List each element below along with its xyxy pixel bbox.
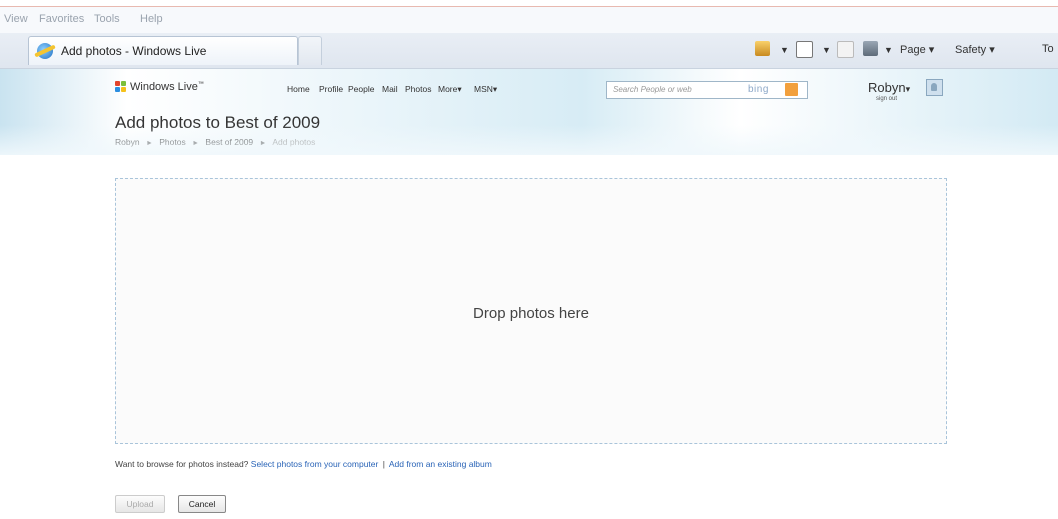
breadcrumb-photos[interactable]: Photos xyxy=(159,137,185,147)
safety-menu[interactable]: Safety ▾ xyxy=(955,43,995,56)
new-tab-button[interactable] xyxy=(298,36,322,65)
feeds-icon[interactable] xyxy=(796,41,813,58)
breadcrumb-separator: ► xyxy=(145,140,153,147)
bing-logo: bing xyxy=(748,84,769,95)
browse-alternative: Want to browse for photos instead? Selec… xyxy=(115,459,492,469)
home-dropdown-caret[interactable]: ▼ xyxy=(780,45,789,55)
link-divider: | xyxy=(382,459,385,469)
select-photos-link[interactable]: Select photos from your computer xyxy=(251,459,379,469)
nav-more[interactable]: More▾ xyxy=(438,84,462,95)
photo-drop-zone[interactable]: Drop photos here xyxy=(115,178,947,444)
cancel-button[interactable]: Cancel xyxy=(178,495,226,513)
print-dropdown-caret[interactable]: ▼ xyxy=(884,45,893,55)
feeds-dropdown-caret[interactable]: ▼ xyxy=(822,45,831,55)
window-top-edge xyxy=(0,0,1058,7)
nav-profile[interactable]: Profile xyxy=(319,84,343,94)
page-title: Add photos to Best of 2009 xyxy=(115,113,321,132)
breadcrumb-album[interactable]: Best of 2009 xyxy=(205,137,253,147)
drop-zone-label: Drop photos here xyxy=(473,305,589,322)
tools-menu[interactable]: To xyxy=(1042,43,1054,55)
nav-photos[interactable]: Photos xyxy=(405,84,431,94)
breadcrumb-current: Add photos xyxy=(272,137,316,147)
tab-title: Add photos - Windows Live xyxy=(61,44,207,58)
nav-mail[interactable]: Mail xyxy=(382,84,398,94)
nav-people[interactable]: People xyxy=(348,84,374,94)
nav-msn[interactable]: MSN▾ xyxy=(474,84,497,95)
breadcrumb: Robyn ► Photos ► Best of 2009 ► Add phot… xyxy=(115,137,315,147)
nav-home[interactable]: Home xyxy=(287,84,310,94)
menu-favorites[interactable]: Favorites xyxy=(39,13,84,25)
menu-help[interactable]: Help xyxy=(140,13,163,25)
page-menu[interactable]: Page ▾ xyxy=(900,43,934,56)
browser-tab-active[interactable]: Add photos - Windows Live xyxy=(28,36,298,65)
read-mail-icon[interactable] xyxy=(837,41,854,58)
user-menu[interactable]: Robyn▾ xyxy=(868,80,910,95)
breadcrumb-separator: ► xyxy=(259,140,267,147)
add-from-album-link[interactable]: Add from an existing album xyxy=(389,459,492,469)
search-placeholder: Search People or web xyxy=(613,85,692,94)
sign-out-link[interactable]: sign out xyxy=(876,96,897,102)
browser-tab-bar: Add photos - Windows Live ▼ ▼ ▼ Page ▾ S… xyxy=(0,33,1058,69)
breadcrumb-separator: ► xyxy=(192,140,200,147)
breadcrumb-robyn[interactable]: Robyn xyxy=(115,137,140,147)
internet-explorer-icon xyxy=(37,43,53,59)
search-input[interactable]: Search People or web bing xyxy=(606,81,808,99)
menu-view[interactable]: View xyxy=(4,13,28,25)
search-button[interactable] xyxy=(785,83,798,96)
print-icon[interactable] xyxy=(863,41,878,56)
browser-menu-bar: View Favorites Tools Help xyxy=(0,7,1058,33)
avatar[interactable] xyxy=(926,79,943,96)
windows-live-logo-icon xyxy=(115,81,127,93)
home-icon[interactable] xyxy=(755,41,770,56)
upload-button[interactable]: Upload xyxy=(115,495,165,513)
menu-tools[interactable]: Tools xyxy=(94,13,120,25)
windows-live-header: Windows Live™ Home Profile People Mail P… xyxy=(0,69,1058,155)
browse-prompt: Want to browse for photos instead? xyxy=(115,459,249,469)
windows-live-brand[interactable]: Windows Live™ xyxy=(130,81,204,93)
